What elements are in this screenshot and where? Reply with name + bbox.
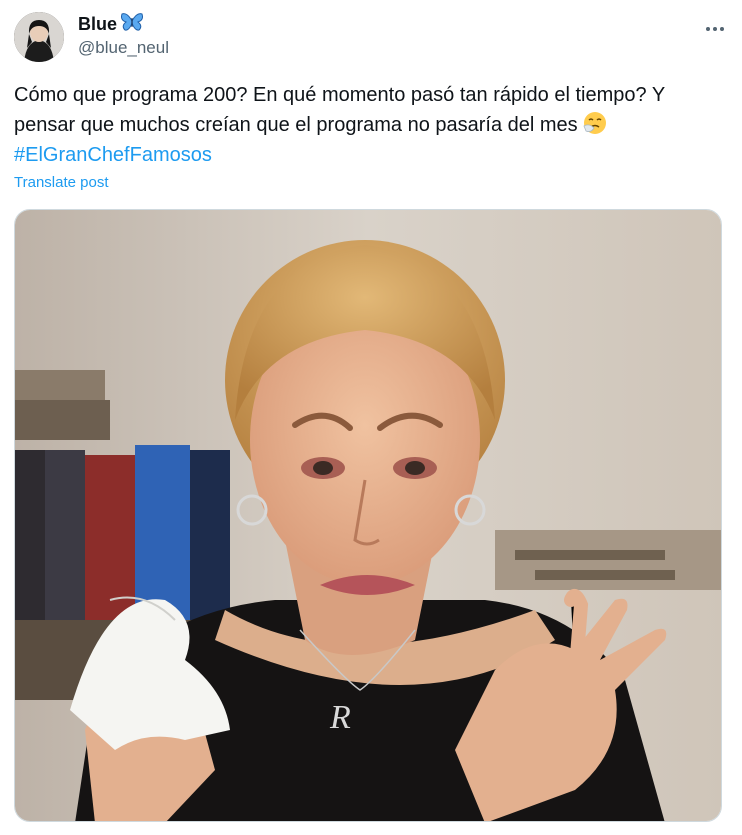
tweet-text: Cómo que programa 200? En qué momento pa… [14, 80, 714, 144]
more-dot [713, 27, 717, 31]
tweet-header: Blue @blue_neul [14, 12, 728, 64]
more-dot [706, 27, 710, 31]
author-display-name[interactable]: Blue [78, 14, 117, 35]
butterfly-icon [121, 12, 144, 37]
tweet-media-image[interactable]: R [14, 209, 722, 822]
author-names: Blue @blue_neul [78, 12, 169, 58]
more-dot [720, 27, 724, 31]
translate-post-link[interactable]: Translate post [14, 174, 109, 191]
avatar[interactable] [14, 12, 64, 62]
tweet-text-body: Cómo que programa 200? En qué momento pa… [14, 84, 665, 136]
author-handle[interactable]: @blue_neul [78, 38, 169, 58]
more-options-button[interactable] [702, 18, 728, 40]
photo-crying-woman: R [15, 210, 721, 821]
tweet: Blue @blue_neul Cómo que programa 200? E… [0, 0, 742, 835]
sneezing-face-emoji-icon [583, 111, 607, 144]
hashtag-link[interactable]: #ElGranChefFamosos [14, 140, 212, 170]
necklace-pendant-letter: R [329, 699, 351, 736]
